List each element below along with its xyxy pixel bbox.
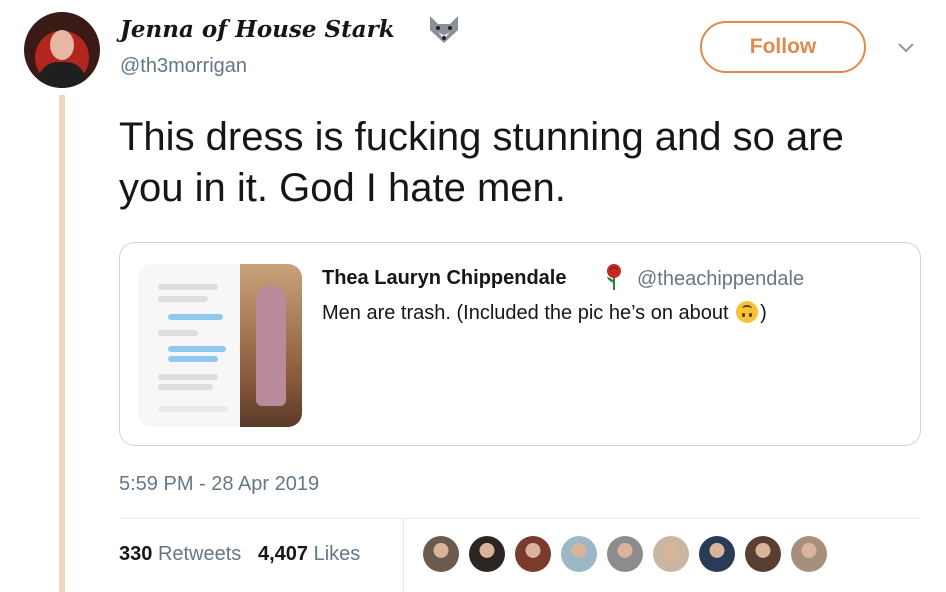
likes-label[interactable]: Likes [314,543,361,565]
liker-avatar[interactable] [469,536,505,572]
liker-avatar[interactable] [653,536,689,572]
divider [119,518,921,519]
quoted-handle[interactable]: @theachippendale [637,268,804,291]
quoted-text-end: ) [760,302,767,324]
quoted-tweet-card[interactable]: Thea Lauryn Chippendale @theachippendale… [119,242,921,446]
stats-divider [403,518,404,592]
tweet-stats: 330 Retweets 4,407 Likes [119,543,360,566]
likes-count[interactable]: 4,407 [258,543,308,565]
liker-avatar[interactable] [607,536,643,572]
author-display-name[interactable]: Jenna of House Stark [120,16,395,43]
quoted-display-name[interactable]: Thea Lauryn Chippendale [322,267,566,290]
liker-avatar[interactable] [699,536,735,572]
tweet-timestamp[interactable]: 5:59 PM - 28 Apr 2019 [119,473,319,496]
liker-avatar[interactable] [745,536,781,572]
likers-avatars [423,536,837,572]
tweet-text: This dress is fucking stunning and so ar… [119,115,844,210]
quoted-text-part: Men are trash. (Included the pic he’s on… [322,302,735,324]
chevron-down-icon[interactable] [897,42,915,54]
quoted-tweet-image[interactable] [138,264,302,427]
retweets-count[interactable]: 330 [119,543,152,565]
liker-avatar[interactable] [423,536,459,572]
wolf-icon [430,16,458,43]
thread-line [59,95,65,592]
liker-avatar[interactable] [515,536,551,572]
upside-down-face-icon [736,301,759,323]
follow-button[interactable]: Follow [700,21,866,73]
retweets-label[interactable]: Retweets [158,543,241,565]
rose-icon [607,264,621,290]
author-handle[interactable]: @th3morrigan [120,55,247,78]
quoted-tweet-text: Men are trash. (Included the pic he’s on… [322,301,767,325]
author-avatar[interactable] [24,12,100,88]
liker-avatar[interactable] [791,536,827,572]
liker-avatar[interactable] [561,536,597,572]
